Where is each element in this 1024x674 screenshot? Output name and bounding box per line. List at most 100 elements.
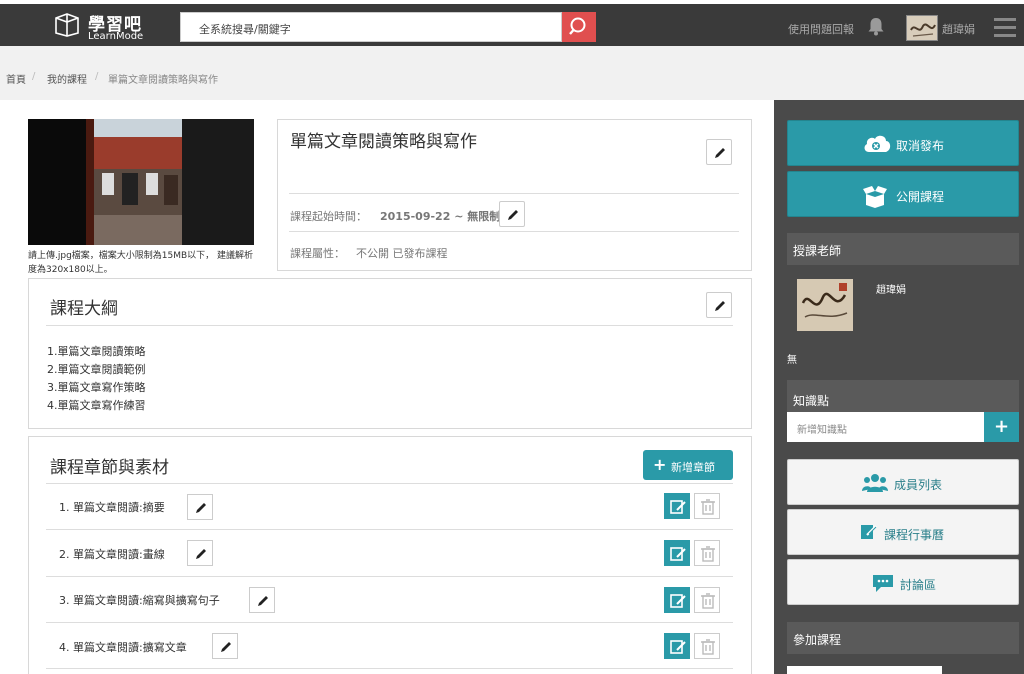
chapter-title[interactable]: 3. 單篇文章閱讀:縮寫與擴寫句子: [59, 592, 220, 608]
unpublish-button[interactable]: 取消發布: [787, 120, 1019, 166]
edit-chapter-button[interactable]: [212, 633, 238, 659]
search-button[interactable]: [562, 12, 596, 42]
course-calendar-label: 課程行事曆: [884, 528, 945, 542]
trash-icon: [701, 593, 715, 609]
divider: [46, 529, 733, 530]
delete-chapter-button[interactable]: [694, 493, 720, 519]
trash-icon: [701, 639, 715, 655]
join-course-heading: 參加課程: [787, 622, 1019, 654]
delete-chapter-button[interactable]: [694, 587, 720, 613]
delete-chapter-button[interactable]: [694, 540, 720, 566]
chapters-title: 課程章節與素材: [50, 458, 169, 478]
outline-title: 課程大綱: [50, 299, 118, 319]
chapter-title[interactable]: 2. 單篇文章閱讀:畫線: [59, 546, 165, 562]
bell-icon[interactable]: [866, 16, 886, 36]
discussion-button[interactable]: 討論區: [787, 559, 1019, 605]
divider: [46, 483, 733, 484]
edit-outline-button[interactable]: [706, 292, 732, 318]
start-time-label: 課程起始時間：: [290, 210, 367, 223]
teacher-heading-label: 授課老師: [793, 244, 842, 258]
breadcrumb: 首頁 / 我的課程 / 單篇文章閱讀策略與寫作: [0, 46, 1024, 100]
members-button[interactable]: 成員列表: [787, 459, 1019, 505]
outline-item: 3.單篇文章寫作策略: [47, 381, 146, 394]
knowledge-point-input[interactable]: 新增知識點: [787, 412, 984, 442]
outline-item: 1.單篇文章閱讀策略: [47, 345, 146, 358]
edit-chapter-button[interactable]: [187, 494, 213, 520]
edit-chapter-button[interactable]: [249, 587, 275, 613]
knowledge-heading-label: 知識點: [793, 394, 830, 408]
join-course-box[interactable]: [787, 666, 942, 674]
make-public-label: 公開課程: [896, 190, 945, 204]
knowledge-point-placeholder: 新增知識點: [797, 425, 847, 436]
outline-item: 2.單篇文章閱讀範例: [47, 363, 146, 376]
edit-material-button[interactable]: [664, 493, 690, 519]
trash-icon: [701, 499, 715, 515]
breadcrumb-separator: /: [32, 71, 36, 82]
search-placeholder: 全系統搜尋/關鍵字: [199, 23, 291, 36]
edit-title-button[interactable]: [706, 139, 732, 165]
breadcrumb-home[interactable]: 首頁: [6, 71, 26, 86]
chapter-title[interactable]: 4. 單篇文章閱讀:擴寫文章: [59, 639, 187, 655]
book-logo-icon[interactable]: [54, 13, 80, 37]
pencil-icon: [221, 642, 231, 652]
course-calendar-button[interactable]: 課程行事曆: [787, 509, 1019, 555]
knowledge-heading: 知識點: [787, 380, 1019, 412]
edit-material-button[interactable]: [664, 633, 690, 659]
delete-chapter-button[interactable]: [694, 633, 720, 659]
teacher-none-label: 無: [787, 355, 797, 366]
discussion-label: 討論區: [900, 578, 937, 592]
plus-icon: +: [653, 455, 667, 474]
help-report-link[interactable]: 使用問題回報: [788, 21, 854, 37]
course-attr-label: 課程屬性：: [290, 247, 345, 260]
divider: [46, 325, 733, 326]
course-attr-value: 不公開 已發布課程: [356, 247, 448, 260]
divider: [46, 576, 733, 577]
pencil-icon: [196, 503, 206, 513]
chapter-title[interactable]: 1. 單篇文章閱讀:摘要: [59, 499, 165, 515]
open-box-icon: [863, 186, 887, 208]
edit-note-icon: [670, 547, 686, 561]
breadcrumb-my-courses[interactable]: 我的課程: [47, 71, 87, 86]
pencil-icon: [508, 210, 518, 220]
edit-note-icon: [670, 500, 686, 514]
user-name[interactable]: 趙瑋娟: [942, 21, 975, 37]
edit-start-time-button[interactable]: [499, 201, 525, 227]
divider: [46, 622, 733, 623]
outline-item: 4.單篇文章寫作練習: [47, 399, 146, 412]
divider: [46, 668, 733, 669]
pencil-icon: [715, 148, 725, 158]
users-icon: [862, 474, 888, 492]
search-icon: [569, 17, 586, 35]
edit-material-button[interactable]: [664, 587, 690, 613]
search-input[interactable]: 全系統搜尋/關鍵字: [180, 12, 562, 42]
trash-icon: [701, 546, 715, 562]
edit-note-icon: [670, 594, 686, 608]
divider: [289, 231, 739, 232]
add-chapter-button[interactable]: + 新增章節: [643, 450, 733, 480]
top-bar: 學習吧 LearnMode 全系統搜尋/關鍵字 使用問題回報 趙瑋娟: [0, 4, 1024, 46]
edit-material-button[interactable]: [664, 540, 690, 566]
app-subtitle: LearnMode: [88, 31, 144, 42]
start-time-value: 2015-09-22 ~ 無限制: [380, 210, 501, 223]
pencil-icon: [258, 596, 268, 606]
unpublish-label: 取消發布: [896, 139, 945, 153]
avatar[interactable]: [906, 15, 938, 41]
teacher-name[interactable]: 趙瑋娟: [876, 281, 906, 296]
make-public-button[interactable]: 公開課程: [787, 171, 1019, 217]
hamburger-menu-icon[interactable]: [994, 18, 1018, 38]
edit-note-icon: [861, 525, 877, 539]
course-cover-image[interactable]: [28, 119, 254, 245]
divider: [289, 193, 739, 194]
add-chapter-label: 新增章節: [671, 461, 715, 474]
chat-bubble-icon: [873, 575, 893, 592]
course-title: 單篇文章閱讀策略與寫作: [290, 132, 477, 152]
edit-chapter-button[interactable]: [187, 540, 213, 566]
teacher-heading: 授課老師: [787, 233, 1019, 265]
cloud-icon: [864, 135, 891, 152]
breadcrumb-current: 單篇文章閱讀策略與寫作: [108, 75, 218, 86]
edit-note-icon: [670, 640, 686, 654]
teacher-avatar[interactable]: [797, 279, 853, 331]
add-knowledge-point-button[interactable]: +: [984, 412, 1019, 442]
breadcrumb-separator: /: [95, 71, 99, 82]
pencil-icon: [715, 301, 725, 311]
